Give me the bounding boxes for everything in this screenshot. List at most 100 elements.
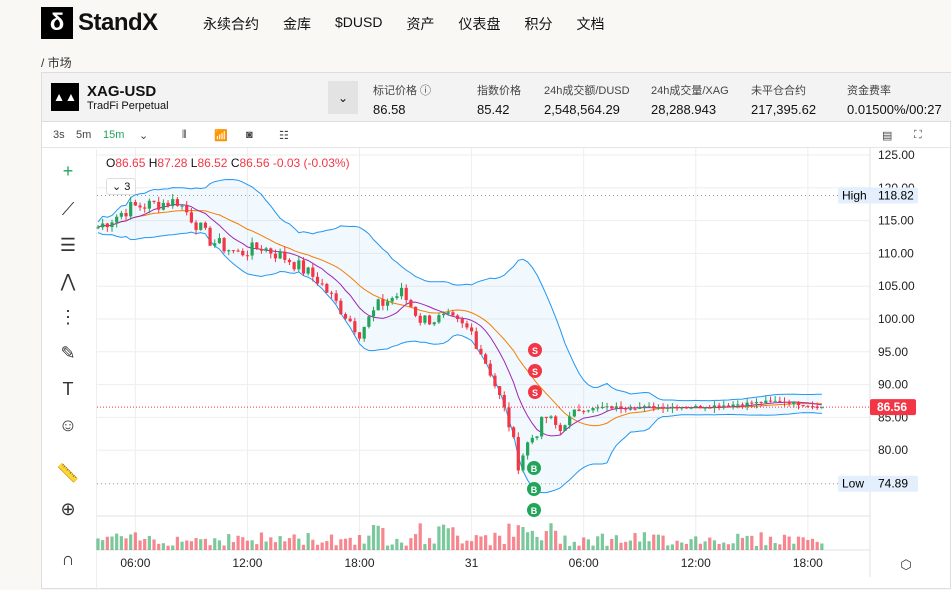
candle (544, 416, 548, 419)
volume-bar (745, 535, 749, 550)
volume-bar (105, 536, 109, 550)
candle (194, 222, 198, 230)
volume-bar (446, 528, 450, 550)
volume-bar (619, 542, 623, 550)
candle (432, 322, 436, 325)
volume-bar (362, 543, 366, 550)
volume-bar (413, 534, 418, 550)
volume-bar (596, 536, 600, 550)
candle (675, 407, 679, 409)
volume-bar (306, 533, 310, 550)
volume-bar (684, 543, 689, 550)
volume-bar (376, 525, 380, 550)
volume-bar (628, 540, 632, 550)
candle (418, 315, 422, 323)
candle (582, 411, 586, 413)
volume-bar (418, 523, 422, 550)
volume-bar (666, 545, 670, 550)
volume-bar (465, 540, 469, 550)
candle (152, 200, 156, 202)
candle (530, 437, 534, 443)
candle (484, 354, 488, 364)
volume-bar (544, 531, 548, 550)
candle (521, 455, 525, 471)
candle (516, 437, 520, 471)
volume-bar (773, 543, 777, 550)
candle (390, 298, 394, 302)
candle (787, 402, 791, 404)
candle (325, 283, 329, 293)
candle (563, 425, 567, 431)
candle (455, 315, 460, 320)
volume-bar (568, 545, 572, 550)
candle (96, 227, 100, 229)
candle (507, 407, 511, 428)
volume-bar (367, 535, 371, 550)
volume-bar (255, 544, 259, 550)
volume-bar (507, 523, 511, 550)
candle (273, 253, 278, 259)
volume-bar (796, 536, 801, 550)
volume-bar (731, 543, 735, 550)
volume-bar (521, 527, 525, 550)
y-tick-label: 110.00 (878, 246, 914, 260)
candle (750, 402, 754, 404)
candle (764, 400, 768, 403)
candle (395, 296, 399, 299)
x-tick-label: 18:00 (793, 556, 823, 570)
candle (199, 222, 203, 230)
candle (357, 332, 362, 339)
volume-bar (250, 540, 254, 550)
volume-bar (423, 544, 427, 550)
volume-bar (278, 536, 282, 550)
volume-bar (292, 534, 296, 550)
candle (413, 306, 418, 316)
volume-bar (189, 541, 193, 550)
candle (778, 400, 782, 402)
volume-bar (329, 534, 334, 550)
candle (404, 287, 408, 301)
volume-bar (540, 540, 544, 550)
candle (157, 201, 161, 210)
candle (171, 199, 175, 207)
candle (371, 310, 376, 317)
candle (231, 250, 236, 252)
volume-bar (129, 534, 133, 550)
ohlc-legend: O86.65 H87.28 L86.52 C86.56 -0.03 (-0.03… (106, 156, 350, 170)
candle (124, 213, 128, 217)
candle (586, 410, 590, 412)
y-tick-label: 90.00 (878, 378, 908, 392)
candle (568, 416, 572, 426)
volume-bar (736, 533, 740, 550)
candle (572, 409, 576, 417)
volume-bar (535, 536, 539, 550)
candle (367, 316, 371, 327)
volume-bar (185, 540, 189, 550)
volume-bar (591, 545, 595, 550)
candle (554, 416, 558, 425)
volume-bar (395, 538, 399, 550)
candle (119, 213, 123, 217)
volume-bar (750, 535, 754, 550)
volume-bar (227, 534, 231, 550)
indicator-toggle[interactable]: ⌄ 3 (106, 178, 137, 195)
candle (110, 222, 114, 228)
y-tick-label: 80.00 (878, 443, 908, 457)
candle (334, 293, 338, 301)
candle (512, 427, 516, 438)
price-chart[interactable]: 125.00120.00115.00110.00105.00100.0095.0… (0, 0, 951, 589)
candle (722, 405, 726, 407)
volume-bar (259, 532, 264, 550)
volume-bar (208, 545, 212, 550)
candle (278, 251, 282, 259)
volume-bar (180, 541, 184, 550)
candle (385, 301, 390, 306)
candle (250, 242, 254, 256)
volume-bar (385, 545, 390, 550)
candle (306, 267, 310, 274)
volume-bar (526, 532, 530, 550)
volume-bar (381, 527, 385, 550)
volume-bar (138, 540, 142, 550)
candle (362, 326, 366, 339)
volume-bar (726, 544, 731, 550)
